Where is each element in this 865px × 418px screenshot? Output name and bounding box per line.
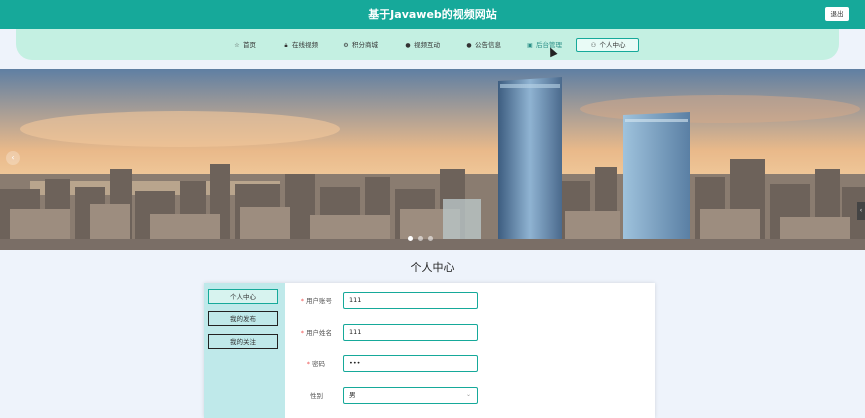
carousel-prev-icon[interactable]: ‹	[6, 151, 20, 165]
required-mark: *	[300, 329, 304, 337]
nav-item-video-interaction[interactable]: ● 视频互动	[404, 38, 440, 52]
briefcase-icon: ▣	[527, 42, 533, 49]
lock-icon: 🔒︎	[284, 42, 288, 49]
menu-my-posts[interactable]: 我的发布	[208, 311, 278, 326]
required-mark: *	[306, 360, 310, 368]
gender-select[interactable]: 男 ⌄	[343, 387, 478, 404]
carousel-dot[interactable]	[418, 236, 423, 241]
side-collapse-icon[interactable]: ‹	[857, 202, 865, 220]
carousel-dot[interactable]	[408, 236, 413, 241]
field-label-text: 用户姓名	[306, 329, 332, 337]
field-label-text: 用户账号	[306, 297, 332, 305]
banner-carousel[interactable]	[0, 69, 865, 250]
user-icon: ⚇	[590, 42, 597, 49]
password-field[interactable]: •••	[343, 355, 478, 372]
nav-item-online-video[interactable]: 🔒︎ 在线视频	[282, 38, 318, 52]
info-icon: ●	[466, 42, 472, 49]
nav-item-admin[interactable]: ▣ 后台管理	[526, 38, 562, 52]
menu-personal-center[interactable]: 个人中心	[208, 289, 278, 304]
nav-item-label: 公告信息	[475, 41, 501, 49]
page-title: 个人中心	[410, 261, 455, 274]
city-skyline-image	[0, 69, 865, 250]
nav-item-label: 个人中心	[599, 41, 626, 49]
password-label: * 密码	[270, 358, 325, 370]
chevron-down-icon: ⌄	[465, 391, 471, 398]
nav-item-home[interactable]: ☆ 首页	[233, 38, 256, 52]
nav-item-personal-center[interactable]: ⚇ 个人中心	[576, 38, 639, 52]
fullname-label: * 用户姓名	[277, 327, 332, 339]
gender-label: 性别	[268, 390, 323, 402]
nav-item-label: 在线视频	[292, 41, 318, 49]
username-field[interactable]: 111	[343, 292, 478, 309]
nav-item-label: 首页	[243, 41, 256, 49]
nav-item-points-mall[interactable]: ⚙ 积分商城	[342, 38, 378, 52]
field-label-text: 密码	[312, 360, 325, 368]
field-label-text: 性别	[310, 392, 323, 400]
logout-button[interactable]: 退出	[825, 7, 849, 21]
star-icon: ☆	[234, 42, 240, 49]
site-title: 基于Javaweb的视频网站	[368, 8, 497, 21]
gender-select-value: 男	[349, 391, 356, 399]
required-mark: *	[300, 297, 304, 305]
carousel-dot[interactable]	[428, 236, 433, 241]
nav-item-label: 积分商城	[352, 41, 378, 49]
question-icon: ●	[405, 42, 411, 49]
gear-icon: ⚙	[343, 42, 349, 49]
menu-my-follows[interactable]: 我的关注	[208, 334, 278, 349]
nav-item-label: 视频互动	[414, 41, 440, 49]
fullname-field[interactable]: 111	[343, 324, 478, 341]
nav-item-announcements[interactable]: ● 公告信息	[465, 38, 501, 52]
username-label: * 用户账号	[277, 295, 332, 307]
